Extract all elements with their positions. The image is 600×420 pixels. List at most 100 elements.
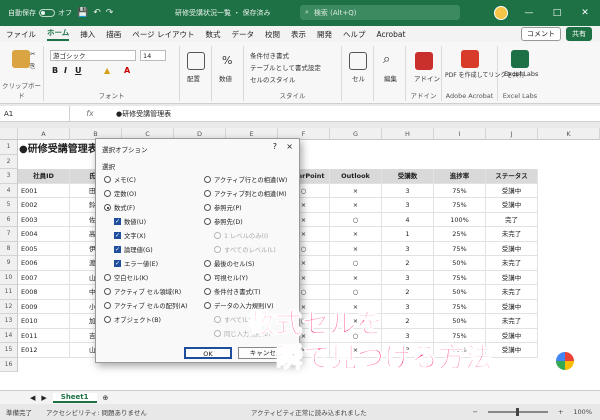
tab-draw[interactable]: 描画 <box>106 29 121 40</box>
option-right-1[interactable]: アクティブ列との相違(M) <box>204 189 287 198</box>
radio-button[interactable] <box>104 274 111 281</box>
row-header[interactable]: 3 <box>0 169 18 184</box>
formula-input[interactable]: ●研修受講管理表 <box>110 109 171 119</box>
checkbox[interactable]: ✓ <box>114 218 121 225</box>
cut-icon[interactable]: ✂ <box>30 50 35 58</box>
radio-button[interactable] <box>104 302 111 309</box>
pdf-icon[interactable] <box>461 50 479 68</box>
accessibility-status[interactable]: アクセシビリティ: 問題ありません <box>46 407 147 417</box>
zoom-slider[interactable] <box>487 408 548 416</box>
row-header[interactable]: 1 <box>0 140 18 155</box>
table-format-button[interactable]: テーブルとして書式設定 <box>250 62 321 72</box>
row-header[interactable]: 12 <box>0 299 18 314</box>
close-icon[interactable]: ✕ <box>578 8 592 18</box>
add-sheet-icon[interactable]: ⊕ <box>103 394 109 402</box>
row-header[interactable]: 10 <box>0 270 18 285</box>
radio-button[interactable] <box>204 204 211 211</box>
table-header-cell[interactable]: 社員ID <box>18 169 70 184</box>
row-header[interactable]: 9 <box>0 256 18 271</box>
column-header[interactable]: K <box>538 128 600 140</box>
table-cell[interactable]: 3 <box>382 198 434 213</box>
close-icon[interactable]: × <box>286 142 293 151</box>
copy-icon[interactable]: ⎘ <box>30 62 35 71</box>
table-cell[interactable]: ○ <box>330 256 382 271</box>
checkbox[interactable]: ✓ <box>114 232 121 239</box>
radio-button[interactable] <box>104 204 111 211</box>
row-header[interactable]: 4 <box>0 183 18 198</box>
next-sheet-icon[interactable]: ▶ <box>41 394 46 402</box>
row-header[interactable]: 2 <box>0 154 18 169</box>
table-cell[interactable]: E010 <box>18 314 70 329</box>
option-left-4[interactable]: ✓ 文字(X) <box>114 231 146 240</box>
option-left-3[interactable]: ✓ 数値(U) <box>114 217 146 226</box>
table-cell[interactable]: 1 <box>382 227 434 242</box>
option-left-5[interactable]: ✓ 論理値(G) <box>114 245 153 254</box>
prev-sheet-icon[interactable]: ◀ <box>30 394 35 402</box>
table-cell[interactable]: × <box>330 241 382 256</box>
table-cell[interactable]: E006 <box>18 256 70 271</box>
radio-button[interactable] <box>104 190 111 197</box>
table-cell[interactable]: 受講中 <box>486 299 538 314</box>
table-cell[interactable]: E004 <box>18 227 70 242</box>
tab-file[interactable]: ファイル <box>6 29 36 40</box>
option-right-3[interactable]: 参照先(D) <box>204 217 243 226</box>
table-cell[interactable]: 未完了 <box>486 285 538 300</box>
table-cell[interactable]: ○ <box>330 285 382 300</box>
italic-button[interactable]: I <box>64 66 67 75</box>
excel-labs-icon[interactable] <box>511 50 529 68</box>
sheet-title[interactable]: ●研修受講管理表 <box>19 142 98 157</box>
table-cell[interactable]: E003 <box>18 212 70 227</box>
table-cell[interactable]: ○ <box>330 212 382 227</box>
table-cell[interactable]: E001 <box>18 183 70 198</box>
row-header[interactable]: 11 <box>0 285 18 300</box>
tab-home[interactable]: ホーム <box>47 27 70 41</box>
table-header-cell[interactable]: 進捗率 <box>434 169 486 184</box>
table-cell[interactable]: 受講中 <box>486 241 538 256</box>
table-cell[interactable]: × <box>330 270 382 285</box>
radio-button[interactable] <box>104 176 111 183</box>
undo-icon[interactable]: ↶ <box>93 8 101 18</box>
alignment-icon[interactable] <box>187 52 205 70</box>
font-size-select[interactable]: 14 <box>140 50 166 61</box>
tab-insert[interactable]: 挿入 <box>80 29 95 40</box>
conditional-format-button[interactable]: 条件付き書式 <box>250 50 289 60</box>
name-box[interactable]: A1 <box>0 105 70 122</box>
table-cell[interactable]: 3 <box>382 183 434 198</box>
option-right-6[interactable]: 最後のセル(S) <box>204 259 254 268</box>
option-left-8[interactable]: アクティブ セル領域(R) <box>104 287 181 296</box>
paste-icon[interactable] <box>12 50 30 68</box>
tab-help[interactable]: ヘルプ <box>343 29 366 40</box>
table-cell[interactable]: E012 <box>18 343 70 358</box>
help-icon[interactable]: ? <box>273 142 277 151</box>
radio-button[interactable] <box>204 218 211 225</box>
table-cell[interactable]: 50% <box>434 314 486 329</box>
autosave-toggle[interactable]: 自動保存 オフ <box>8 8 72 18</box>
option-right-8[interactable]: 条件付き書式(T) <box>204 287 261 296</box>
tab-acrobat[interactable]: Acrobat <box>377 30 406 39</box>
table-cell[interactable]: 75% <box>434 299 486 314</box>
option-right-2[interactable]: 参照元(P) <box>204 203 242 212</box>
option-left-10[interactable]: オブジェクト(B) <box>104 315 161 324</box>
row-header[interactable]: 13 <box>0 314 18 329</box>
option-right-7[interactable]: 可視セル(Y) <box>204 273 248 282</box>
checkbox[interactable]: ✓ <box>114 260 121 267</box>
table-cell[interactable]: 受講中 <box>486 270 538 285</box>
toggle-switch[interactable] <box>39 9 55 17</box>
radio-button[interactable] <box>104 316 111 323</box>
row-header[interactable]: 16 <box>0 357 18 372</box>
table-cell[interactable]: 50% <box>434 285 486 300</box>
table-cell[interactable]: 受講中 <box>486 343 538 358</box>
search-input[interactable]: ⌕ 検索 (Alt+Q) <box>300 5 460 20</box>
tab-data[interactable]: データ <box>232 29 255 40</box>
radio-button[interactable] <box>104 288 111 295</box>
radio-button[interactable] <box>204 288 211 295</box>
ok-button[interactable]: OK <box>184 347 232 359</box>
table-cell[interactable]: 75% <box>434 183 486 198</box>
cells-icon[interactable] <box>349 52 367 70</box>
minimize-icon[interactable]: — <box>522 8 536 18</box>
table-cell[interactable]: 受講中 <box>486 328 538 343</box>
comment-button[interactable]: コメント <box>521 27 561 41</box>
column-header[interactable]: J <box>486 128 538 140</box>
zoom-out-icon[interactable]: − <box>473 408 478 416</box>
table-cell[interactable]: E009 <box>18 299 70 314</box>
